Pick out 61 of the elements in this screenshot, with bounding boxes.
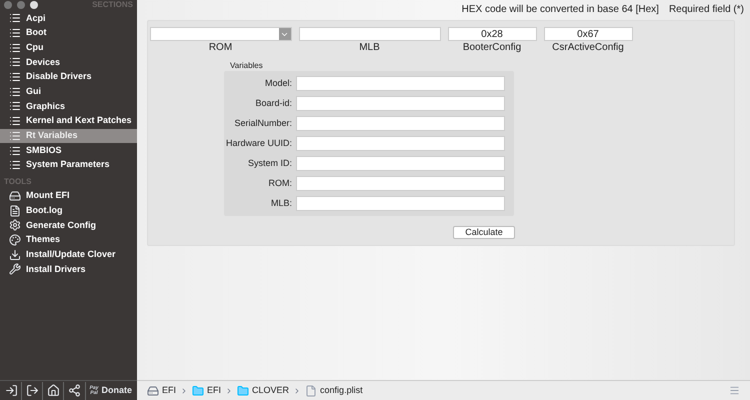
palette-icon bbox=[9, 234, 21, 246]
input-field[interactable] bbox=[296, 136, 505, 151]
input-field[interactable] bbox=[296, 76, 505, 91]
sidebar-item[interactable]: Gui bbox=[0, 84, 137, 100]
share-icon bbox=[68, 384, 82, 397]
group-title: Variables bbox=[230, 61, 264, 71]
sidebar-item[interactable]: Generate Config bbox=[0, 218, 137, 233]
sidebar-item[interactable]: Install Drivers bbox=[0, 262, 137, 277]
gear-icon bbox=[9, 219, 21, 232]
sidebar-item[interactable]: Kernel and Kext Patches bbox=[0, 114, 137, 128]
rom-combo-box[interactable] bbox=[150, 27, 292, 41]
sidebar-item[interactable]: Acpi bbox=[0, 11, 137, 26]
import-icon bbox=[5, 384, 18, 397]
folder-icon bbox=[237, 384, 250, 396]
folder-icon bbox=[192, 384, 204, 396]
field-label: System ID: bbox=[246, 156, 292, 170]
wrench-icon bbox=[9, 263, 21, 276]
field-label: Model: bbox=[264, 76, 292, 90]
path-item[interactable]: EFI bbox=[192, 384, 222, 398]
dropdown-button[interactable] bbox=[278, 28, 290, 40]
sidebar-item[interactable]: Boot bbox=[0, 26, 137, 40]
input-field[interactable]: 0x67 bbox=[544, 27, 632, 41]
field-label: BooterConfig bbox=[462, 42, 522, 54]
document-icon bbox=[9, 204, 21, 217]
field-label: ROM bbox=[208, 42, 232, 54]
sidebar-item[interactable]: Boot.log bbox=[0, 203, 137, 218]
calculate-button[interactable]: Calculate bbox=[453, 226, 515, 239]
input-field[interactable]: 0x28 bbox=[448, 27, 536, 41]
sidebar-item[interactable]: Graphics bbox=[0, 99, 137, 114]
file-icon bbox=[305, 384, 318, 396]
sidebar-item[interactable]: Themes bbox=[0, 232, 137, 248]
download-icon bbox=[9, 248, 21, 261]
sidebar-item[interactable]: Mount EFI bbox=[0, 188, 137, 204]
sidebar-item[interactable]: Install/Update Clover bbox=[0, 247, 137, 262]
field-label: MLB bbox=[359, 42, 380, 54]
export-icon bbox=[26, 384, 40, 397]
home-icon bbox=[47, 384, 60, 397]
required-note: Required field (*) bbox=[668, 2, 744, 16]
sidebar-item[interactable]: Disable Drivers bbox=[0, 70, 137, 84]
input-field[interactable] bbox=[296, 176, 505, 191]
path-item[interactable]: CLOVER bbox=[237, 384, 290, 398]
menu-icon[interactable] bbox=[729, 385, 740, 396]
drive-icon bbox=[147, 384, 159, 396]
field-label: MLB: bbox=[270, 196, 292, 210]
input-field[interactable] bbox=[296, 116, 505, 131]
path-item[interactable]: EFI bbox=[147, 384, 176, 398]
input-field[interactable] bbox=[296, 156, 505, 171]
field-label: ROM: bbox=[268, 176, 292, 190]
sidebar-item[interactable]: Devices bbox=[0, 55, 137, 70]
field-label: Board-id: bbox=[254, 96, 292, 110]
sidebar-item[interactable]: Cpu bbox=[0, 40, 137, 56]
hex-note: HEX code will be converted in base 64 [Hex] bbox=[462, 2, 659, 16]
field-label: Hardware UUID: bbox=[224, 136, 292, 150]
input-field[interactable] bbox=[296, 96, 505, 111]
input-field[interactable] bbox=[296, 196, 505, 211]
field-label: SerialNumber: bbox=[233, 116, 292, 130]
input-field[interactable] bbox=[298, 27, 440, 41]
sidebar-item[interactable]: SMBIOS bbox=[0, 143, 137, 158]
field-label: CsrActiveConfig bbox=[552, 42, 624, 54]
sidebar-item[interactable]: System Parameters bbox=[0, 158, 137, 173]
path-item[interactable]: config.plist bbox=[305, 384, 363, 398]
